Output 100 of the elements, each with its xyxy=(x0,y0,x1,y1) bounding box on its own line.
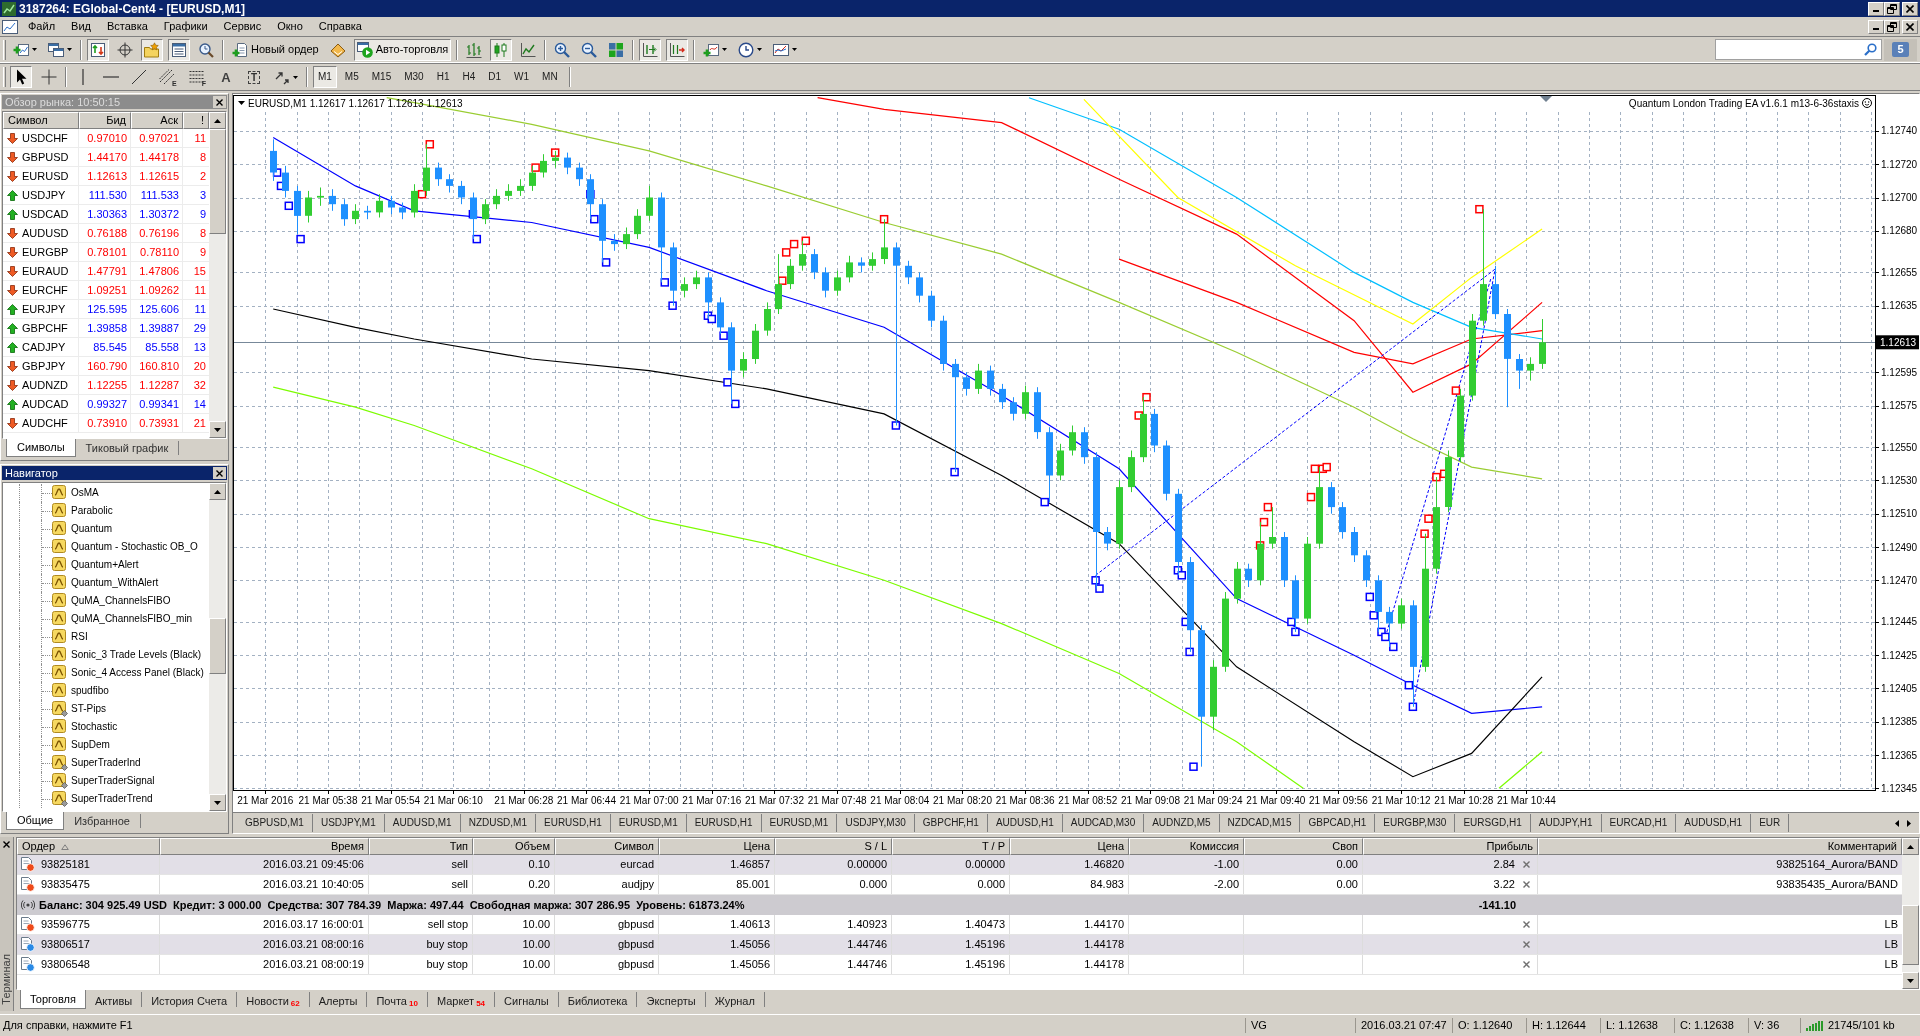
table-cell: 0.76196 xyxy=(139,227,179,239)
table-cell: 32 xyxy=(193,379,206,391)
chart-title: EURUSD,M1 1.12617 1.12617 1.12613 1.12613 xyxy=(248,98,463,109)
status-text: VG xyxy=(1245,1018,1355,1033)
table-cell: 8 xyxy=(199,151,206,163)
table-cell: GBPCHF xyxy=(22,322,68,334)
table-cell: 0.10 xyxy=(528,859,550,870)
table-cell: 0.00 xyxy=(1336,879,1358,890)
window-title: 3187264: EGlobal-Cent4 - [EURUSD,M1] xyxy=(19,2,246,15)
table-cell: GBPJPY xyxy=(22,360,66,372)
table-cell: EURUSD xyxy=(22,170,69,182)
price-axis-label: 1.12470 xyxy=(1881,574,1918,586)
table-cell: 85.545 xyxy=(93,341,127,353)
table-cell: 2 xyxy=(199,170,206,182)
table-cell: LB xyxy=(1884,939,1898,950)
table-cell: 0.99327 xyxy=(87,398,127,410)
table-cell: sell xyxy=(451,879,468,890)
price-axis-label: 1.12425 xyxy=(1881,649,1918,661)
table-cell: 2016.03.17 16:00:01 xyxy=(263,919,364,930)
table-cell: 1.45056 xyxy=(730,959,770,970)
table-cell: USDCHF xyxy=(22,132,68,144)
status-text: O: 1.12640 xyxy=(1452,1018,1526,1033)
table-cell: 1.12255 xyxy=(87,379,127,391)
time-axis-label: 21 Mar 10:12 xyxy=(1371,795,1431,806)
time-axis-label: 21 Mar 10:28 xyxy=(1434,795,1494,806)
table-cell: 10.00 xyxy=(522,939,550,950)
account-summary: Баланс: 304 925.49 USD Кредит: 3 000.00 Средства: 307 784.39 Маржа: 497.44 Свободная маржа: 307 286.95 Уровень: 61873.24% xyxy=(39,899,745,911)
table-cell: LB xyxy=(1884,919,1898,930)
table-cell: 1.12613 xyxy=(87,170,127,182)
table-cell: audjpy xyxy=(621,879,654,890)
table-cell: 0.20 xyxy=(528,879,550,890)
table-cell: EURCHF xyxy=(22,284,68,296)
table-cell: 11 xyxy=(194,303,206,315)
table-cell: GBPUSD xyxy=(22,151,69,163)
table-cell: 111.533 xyxy=(140,189,179,201)
table-cell: AUDCHF xyxy=(22,417,68,429)
time-axis-label: 21 Mar 06:10 xyxy=(423,795,483,806)
table-cell: 0.97010 xyxy=(87,132,127,144)
table-cell: 1.30363 xyxy=(87,208,127,220)
table-cell: 8 xyxy=(199,227,206,239)
table-cell: 21 xyxy=(193,417,206,429)
table-cell: 93835435_Aurora/BAND xyxy=(1776,879,1898,890)
price-axis-label: 1.12530 xyxy=(1881,474,1918,486)
traffic-text: 21745/101 kb xyxy=(1828,1020,1895,1031)
price-axis-label: 1.12445 xyxy=(1881,616,1918,628)
table-cell: 160.810 xyxy=(139,360,179,372)
table-cell: 1.45056 xyxy=(730,939,770,950)
status-text: Для справки, нажмите F1 xyxy=(2,1018,134,1033)
price-axis-label: 1.12740 xyxy=(1881,125,1918,137)
table-cell: 3 xyxy=(199,189,206,201)
price-axis-label: 1.12680 xyxy=(1881,225,1918,237)
table-cell: 1.44178 xyxy=(139,151,179,163)
table-cell: 84.983 xyxy=(1090,879,1124,890)
chart-annotation: Quantum London Trading EA v1.6.1 m13-6-36staxis xyxy=(1628,98,1859,109)
table-cell: EURJPY xyxy=(22,303,66,315)
table-cell: 14 xyxy=(193,398,206,410)
table-cell: 11 xyxy=(194,132,206,144)
table-cell: 125.595 xyxy=(87,303,127,315)
time-axis-label: 21 Mar 09:24 xyxy=(1183,795,1243,806)
time-axis-label: 21 Mar 10:44 xyxy=(1496,795,1556,806)
table-cell: EURAUD xyxy=(22,265,69,277)
table-cell: 0.000 xyxy=(859,879,887,890)
price-axis-label: 1.12655 xyxy=(1881,266,1918,278)
table-cell: 9 xyxy=(199,246,206,258)
table-cell: 2.84 xyxy=(1493,859,1515,870)
price-axis-label: 1.12345 xyxy=(1881,782,1918,794)
table-cell: 1.40923 xyxy=(847,919,887,930)
table-cell: 1.12615 xyxy=(139,170,179,182)
table-cell: 13 xyxy=(193,341,206,353)
table-cell: sell xyxy=(451,859,468,870)
table-cell: 1.44170 xyxy=(87,151,127,163)
time-axis-label: 21 Mar 08:04 xyxy=(870,795,930,806)
table-cell: 2016.03.21 09:45:06 xyxy=(263,859,364,870)
table-cell: 0.78101 xyxy=(87,246,127,258)
table-cell: 85.001 xyxy=(736,879,770,890)
table-cell: 0.78110 xyxy=(140,246,179,258)
time-axis-label: 21 Mar 09:56 xyxy=(1308,795,1368,806)
price-axis-label: 1.12385 xyxy=(1881,716,1918,728)
table-cell: buy stop xyxy=(426,939,468,950)
table-cell: EURGBP xyxy=(22,246,69,258)
time-axis-label: 21 Mar 07:48 xyxy=(807,795,867,806)
table-cell: 3.22 xyxy=(1493,879,1515,890)
table-cell: -1.00 xyxy=(1213,859,1239,870)
table-cell: -2.00 xyxy=(1213,879,1239,890)
table-cell: gbpusd xyxy=(617,919,654,930)
status-text: H: 1.12644 xyxy=(1526,1018,1600,1033)
table-cell: 93825164_Aurora/BAND xyxy=(1776,859,1898,870)
price-axis-label: 1.12365 xyxy=(1881,749,1918,761)
table-cell: 0.73910 xyxy=(87,417,127,429)
table-cell: 10.00 xyxy=(522,959,550,970)
time-axis-label: 21 Mar 09:08 xyxy=(1121,795,1180,806)
table-cell: LB xyxy=(1884,959,1898,970)
table-cell: buy stop xyxy=(426,959,468,970)
table-cell: 1.09251 xyxy=(87,284,127,296)
table-cell: 9 xyxy=(199,208,206,220)
table-cell: 1.09262 xyxy=(139,284,179,296)
table-cell: 1.39858 xyxy=(87,322,127,334)
time-axis-label: 21 Mar 07:00 xyxy=(619,795,679,806)
price-axis-label: 1.12720 xyxy=(1881,158,1918,170)
table-cell: 29 xyxy=(193,322,206,334)
